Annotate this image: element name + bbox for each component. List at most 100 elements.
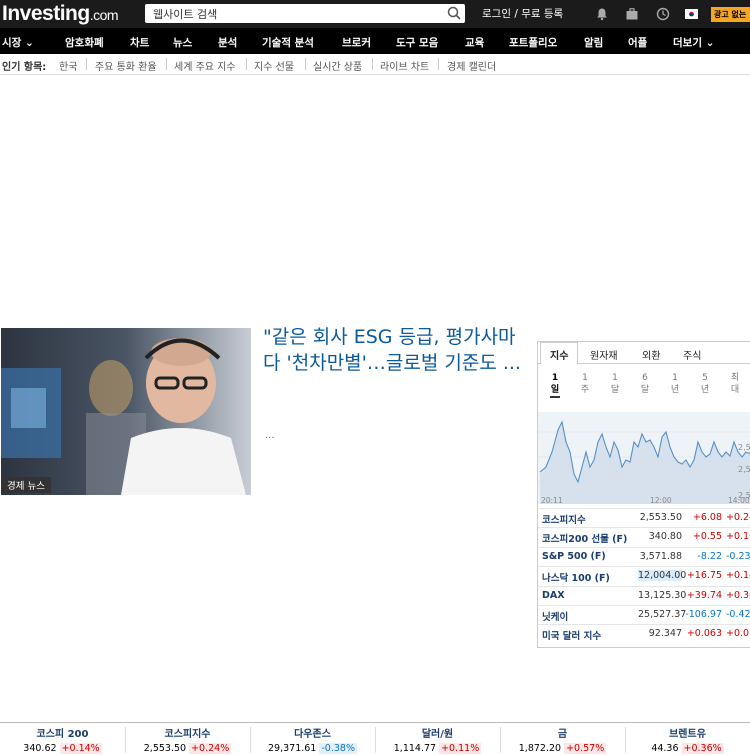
clock-icon[interactable] <box>656 7 670 21</box>
main-nav: 시장 ⌄ 암호화폐 차트 뉴스 분석 기술적 분석 브로커 도구 모음 교육 포… <box>0 28 750 54</box>
divider <box>372 58 373 70</box>
nav-item-charts[interactable]: 차트 <box>130 35 149 50</box>
ticker-item[interactable]: 다우존스 29,371.61 -0.38% <box>250 725 375 756</box>
korea-flag-icon[interactable] <box>685 9 698 19</box>
divider <box>86 58 87 70</box>
quote-value: 12,004.00 <box>638 570 687 582</box>
quote-row[interactable]: 코스피200 선물 (F) 340.80 +0.55 +0.16 <box>538 527 750 546</box>
nav-item-education[interactable]: 교육 <box>465 35 484 50</box>
ticker-values: 29,371.61 -0.38% <box>250 743 375 754</box>
divider <box>625 727 626 753</box>
tab-commodities[interactable]: 원자재 <box>590 347 618 362</box>
quote-name[interactable]: 코스피지수 <box>542 512 586 526</box>
period-1m[interactable]: 1달 <box>610 372 620 396</box>
nav-item-news[interactable]: 뉴스 <box>173 35 192 50</box>
ticker-value: 1,872.20 <box>518 743 565 754</box>
period-6m[interactable]: 6달 <box>640 372 650 396</box>
chart-x-label: 20:11 <box>541 496 563 504</box>
popular-item-fx-rates[interactable]: 주요 통화 환율 <box>95 58 157 73</box>
nav-item-analysis[interactable]: 분석 <box>218 35 237 50</box>
news-category-tag[interactable]: 경제 뉴스 <box>1 477 51 493</box>
tab-indices[interactable]: 지수 <box>550 347 568 362</box>
nav-item-tools[interactable]: 도구 모음 <box>396 35 438 50</box>
chart-y-label: 2,5 <box>738 465 750 474</box>
index-chart[interactable]: 2,5 2,5 2,5 20:11 12:00 14:00 <box>538 412 750 504</box>
nav-item-technical[interactable]: 기술적 분석 <box>262 35 314 50</box>
news-photo <box>1 328 251 495</box>
bottom-ticker: 코스피 200 340.62 +0.14% 코스피지수 2,553.50 +0.24%… <box>0 722 750 755</box>
ticker-values: 340.62 +0.14% <box>0 743 125 754</box>
ad-free-button[interactable]: 광고 없는 <box>711 7 750 22</box>
quote-name[interactable]: DAX <box>542 590 565 601</box>
chart-x-label: 14:00 <box>728 496 750 504</box>
quote-row[interactable]: DAX 13,125.30+39.74 +0.30 <box>538 585 750 605</box>
quote-change: +6.08 <box>692 512 722 523</box>
quote-value: 340.80 <box>648 531 682 543</box>
popular-item-korea[interactable]: 한국 <box>59 58 77 73</box>
nav-item-brokers[interactable]: 브로커 <box>342 35 371 50</box>
nav-item-more[interactable]: 더보기 ⌄ <box>673 35 714 50</box>
quote-name[interactable]: 닛케이 <box>542 609 568 623</box>
ticker-item[interactable]: 코스피 200 340.62 +0.14% <box>0 725 125 756</box>
quote-name[interactable]: 미국 달러 지수 <box>542 628 601 642</box>
ticker-values: 2,553.50 +0.24% <box>125 743 250 754</box>
ticker-name: 코스피 200 <box>36 729 89 740</box>
ticker-item[interactable]: 금 1,872.20 +0.57% <box>500 725 625 756</box>
quote-value: 92.347 <box>648 628 682 640</box>
tab-forex[interactable]: 외환 <box>642 347 660 362</box>
period-1y[interactable]: 1년 <box>670 372 680 396</box>
quote-percent: -0.23 <box>726 550 750 562</box>
popular-bar: 인기 항목: 한국 주요 통화 환율 세계 주요 지수 지수 선물 실시간 상품… <box>0 54 750 75</box>
nav-item-crypto[interactable]: 암호화폐 <box>65 35 104 50</box>
market-panel: 지수 원자재 외환 주식 1일 1주 1달 6달 1년 5년 최대 2,5 2,… <box>537 341 750 648</box>
nav-item-apps[interactable]: 어플 <box>628 35 647 50</box>
quote-row[interactable]: 나스닥 100 (F) 12,004.00+16.75 +0.14 <box>538 566 750 585</box>
portfolio-icon[interactable] <box>625 7 639 21</box>
divider <box>250 727 251 753</box>
popular-item-live-charts[interactable]: 라이브 차트 <box>380 58 429 73</box>
popular-item-commodities[interactable]: 실시간 상품 <box>313 58 362 73</box>
search-icon[interactable] <box>447 6 461 20</box>
news-image[interactable]: 경제 뉴스 <box>1 328 251 495</box>
nav-item-markets[interactable]: 시장 ⌄ <box>2 35 34 50</box>
ticker-percent: +0.36% <box>681 743 724 754</box>
site-logo[interactable]: Investing.com <box>2 2 119 26</box>
tab-stocks[interactable]: 주식 <box>683 347 701 362</box>
ticker-name: 다우존스 <box>294 729 331 740</box>
quote-percent: +0.07 <box>726 628 750 640</box>
search-box[interactable]: 웹사이트 검색 <box>145 4 465 23</box>
search-input[interactable]: 웹사이트 검색 <box>153 6 217 22</box>
popular-item-world-indices[interactable]: 세계 주요 지수 <box>174 58 236 73</box>
quote-value: 3,571.88 <box>639 550 682 562</box>
ticker-item[interactable]: 브렌트유 44.36 +0.36% <box>625 725 750 756</box>
quote-name[interactable]: S&P 500 (F) <box>542 551 606 562</box>
quote-name[interactable]: 나스닥 100 (F) <box>542 570 610 584</box>
ticker-percent: -0.38% <box>319 743 357 754</box>
period-max[interactable]: 최대 <box>730 372 740 396</box>
period-1w[interactable]: 1주 <box>580 372 590 396</box>
quote-value: 25,527.37 <box>638 609 687 620</box>
ticker-value: 29,371.61 <box>268 743 320 754</box>
quote-row[interactable]: 미국 달러 지수 92.347 +0.063 +0.07 <box>538 624 750 643</box>
period-1d[interactable]: 1일 <box>550 372 560 398</box>
quote-row[interactable]: S&P 500 (F) 3,571.88 -8.22 -0.23 <box>538 546 750 566</box>
quote-row[interactable]: 코스피지수 2,553.50 +6.08 +0.24 <box>538 508 750 527</box>
ticker-item[interactable]: 코스피지수 2,553.50 +0.24% <box>125 725 250 756</box>
popular-item-calendar[interactable]: 경제 캘린더 <box>447 58 496 73</box>
ticker-percent: +0.11% <box>439 743 482 754</box>
quote-change: +16.75 <box>686 570 722 582</box>
popular-item-index-futures[interactable]: 지수 선물 <box>254 58 294 73</box>
login-link[interactable]: 로그인 / 무료 등록 <box>482 6 563 21</box>
period-5y[interactable]: 5년 <box>700 372 710 396</box>
quote-percent: +0.30 <box>726 589 750 601</box>
bell-icon[interactable] <box>595 7 609 21</box>
ticker-value: 1,114.77 <box>393 743 440 754</box>
ticker-values: 44.36 +0.36% <box>625 743 750 754</box>
ticker-name: 금 <box>557 729 568 740</box>
quote-name[interactable]: 코스피200 선물 (F) <box>542 531 627 545</box>
nav-item-alerts[interactable]: 알림 <box>584 35 603 50</box>
nav-item-portfolio[interactable]: 포트폴리오 <box>509 35 557 50</box>
ticker-item[interactable]: 달러/원 1,114.77 +0.11% <box>375 725 500 756</box>
news-headline[interactable]: "같은 회사 ESG 등급, 평가사마다 '천차만별'…글로벌 기준도 ... <box>263 324 525 376</box>
quote-row[interactable]: 닛케이 25,527.37 -106.97 -0.42 <box>538 605 750 624</box>
